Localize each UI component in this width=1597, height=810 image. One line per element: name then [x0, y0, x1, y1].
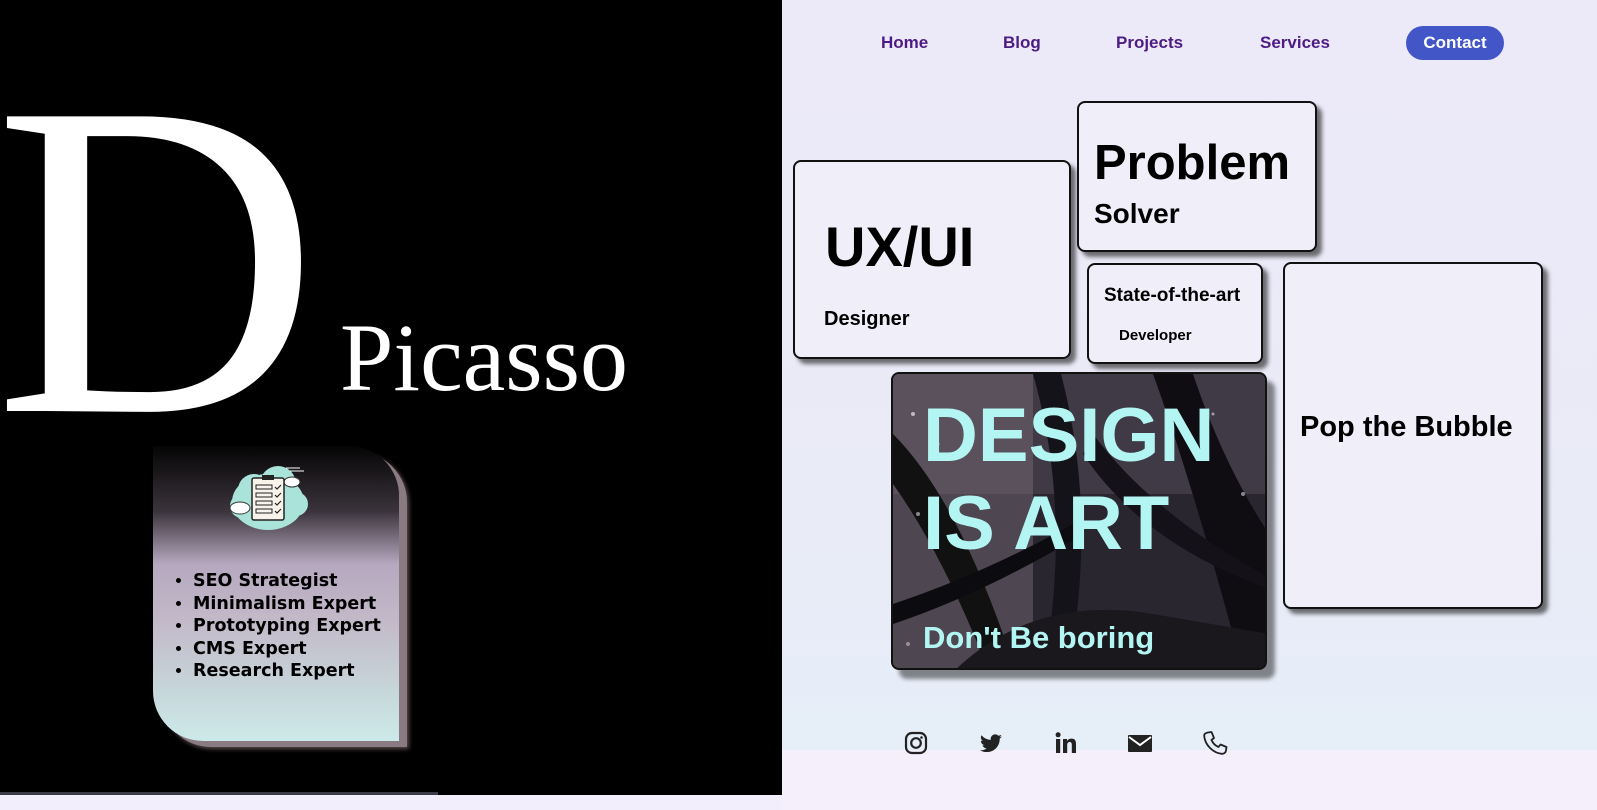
list-item: CMS Expert	[193, 638, 381, 661]
card-problem-title: Problem	[1094, 136, 1291, 190]
phone-icon[interactable]	[1201, 729, 1229, 757]
nav-blog[interactable]: Blog	[1003, 26, 1041, 60]
card-developer-sub: Developer	[1119, 327, 1192, 344]
list-item: Research Expert	[193, 660, 381, 683]
card-uxui-sub: Designer	[824, 308, 910, 330]
main-nav: Home Blog Projects Services Contact	[782, 26, 1597, 60]
email-icon[interactable]	[1126, 729, 1154, 757]
skills-list: SEO Strategist Minimalism Expert Prototy…	[173, 570, 381, 683]
divider	[0, 792, 438, 795]
hero-name: Picasso	[340, 304, 628, 411]
contact-button[interactable]: Contact	[1406, 26, 1504, 60]
footer-strip	[782, 750, 1597, 810]
list-item: Prototyping Expert	[193, 615, 381, 638]
nav-services[interactable]: Services	[1260, 26, 1330, 60]
card-developer: State-of-the-art Developer	[1087, 263, 1263, 364]
art-subtitle: Don't Be boring	[923, 620, 1155, 655]
card-problem: Problem Solver	[1077, 101, 1317, 252]
hero-letter: D	[0, 11, 319, 509]
nav-projects[interactable]: Projects	[1116, 26, 1183, 60]
nav-home[interactable]: Home	[881, 26, 928, 60]
card-uxui-title: UX/UI	[825, 215, 975, 278]
card-uxui: UX/UI Designer	[793, 160, 1071, 359]
art-title-line1: DESIGN	[923, 393, 1215, 478]
cloud-checklist-icon	[229, 466, 308, 530]
skills-card: SEO Strategist Minimalism Expert Prototy…	[153, 446, 399, 741]
linkedin-icon[interactable]	[1052, 729, 1080, 757]
art-title-line2: IS ART	[923, 481, 1170, 566]
instagram-icon[interactable]	[902, 729, 930, 757]
list-item: SEO Strategist	[193, 570, 381, 593]
twitter-icon[interactable]	[977, 729, 1005, 757]
design-art-card: DESIGN IS ART Don't Be boring	[891, 372, 1267, 670]
card-developer-title: State-of-the-art	[1104, 285, 1241, 306]
hero-panel: D Picasso SEO Strategist Minimalism Expe…	[0, 0, 782, 795]
card-bubble-text: Pop the Bubble	[1300, 411, 1513, 443]
card-bubble[interactable]: Pop the Bubble	[1283, 262, 1543, 609]
list-item: Minimalism Expert	[193, 593, 381, 616]
art-title: DESIGN IS ART	[923, 392, 1214, 568]
card-problem-sub: Solver	[1094, 198, 1180, 229]
